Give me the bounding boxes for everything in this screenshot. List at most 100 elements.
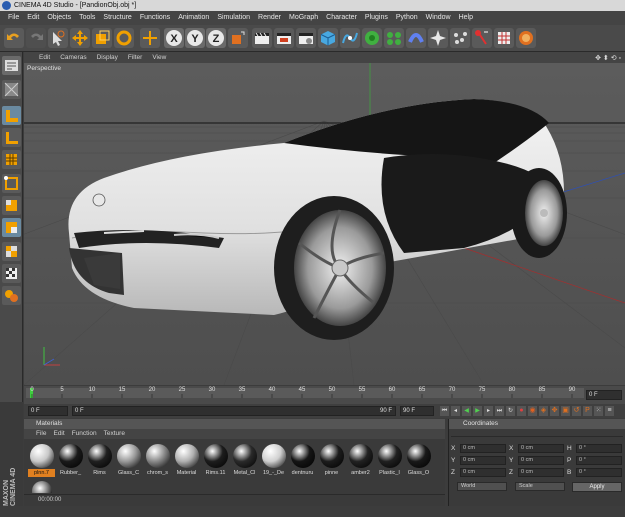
render-view-icon[interactable]: [252, 28, 272, 48]
menu-objects[interactable]: Objects: [43, 11, 75, 25]
material-swatch[interactable]: amber2: [347, 443, 374, 479]
timeline-ruler[interactable]: 051015202530354045505560657075808590 0 F: [24, 386, 625, 404]
menu-file[interactable]: File: [4, 11, 23, 25]
go-to-end-icon[interactable]: ⏭: [495, 406, 504, 416]
viewport-nav-icons[interactable]: ✥ ⬍ ⟲ ▫: [595, 54, 625, 62]
rotate-tool-icon[interactable]: [114, 28, 134, 48]
menu-simulation[interactable]: Simulation: [213, 11, 254, 25]
points-mode-icon[interactable]: [2, 174, 21, 193]
snap-icon[interactable]: [2, 286, 21, 305]
make-editable-icon[interactable]: [2, 56, 21, 75]
scale-y-field[interactable]: 0 cm: [518, 456, 564, 465]
object-mode-icon[interactable]: [2, 106, 21, 125]
add-transform-icon[interactable]: [140, 28, 160, 48]
menu-python[interactable]: Python: [392, 11, 422, 25]
x-axis-lock-icon[interactable]: X: [164, 28, 184, 48]
material-swatch[interactable]: chrom_s: [144, 443, 171, 479]
position-y-field[interactable]: 0 cm: [460, 456, 506, 465]
menu-character[interactable]: Character: [322, 11, 361, 25]
axis-mode-icon[interactable]: [2, 242, 21, 261]
viewport-menu-display[interactable]: Display: [92, 54, 123, 61]
workplane-icon[interactable]: [2, 150, 21, 169]
spline-pen-icon[interactable]: [340, 28, 360, 48]
menu-functions[interactable]: Functions: [136, 11, 174, 25]
material-swatch[interactable]: Material: [173, 443, 200, 479]
material-swatch[interactable]: Rims.11: [202, 443, 229, 479]
parameter-key-icon[interactable]: P: [583, 406, 592, 416]
loop-icon[interactable]: ↻: [506, 406, 515, 416]
z-axis-lock-icon[interactable]: Z: [206, 28, 226, 48]
material-swatch[interactable]: Metal_Cl: [231, 443, 258, 479]
play-backwards-icon[interactable]: ◀: [462, 406, 471, 416]
viewport-menu-edit[interactable]: Edit: [34, 54, 55, 61]
material-swatch[interactable]: dentnuru: [289, 443, 316, 479]
viewport-menu-view[interactable]: View: [147, 54, 171, 61]
render-picture-viewer-icon[interactable]: [274, 28, 294, 48]
menu-mograph[interactable]: MoGraph: [285, 11, 322, 25]
coordinate-system-icon[interactable]: [228, 28, 248, 48]
menu-render[interactable]: Render: [254, 11, 285, 25]
materials-menu-file[interactable]: File: [36, 429, 53, 439]
material-swatch[interactable]: plnn.7: [28, 443, 55, 479]
menu-help[interactable]: Help: [455, 11, 477, 25]
material-swatch[interactable]: Glass_C: [115, 443, 142, 479]
model-mode-icon[interactable]: [2, 80, 21, 99]
python-icon[interactable]: [516, 28, 536, 48]
autokey-icon[interactable]: ◉: [528, 406, 537, 416]
position-key-icon[interactable]: ✥: [550, 406, 559, 416]
perspective-viewport[interactable]: Perspective: [24, 63, 625, 385]
nurbs-icon[interactable]: [362, 28, 382, 48]
rotation-key-icon[interactable]: ↺: [572, 406, 581, 416]
viewport-menu-filter[interactable]: Filter: [123, 54, 147, 61]
go-to-start-icon[interactable]: ⏮: [440, 406, 449, 416]
viewport-menu-cameras[interactable]: Cameras: [55, 54, 91, 61]
menu-animation[interactable]: Animation: [174, 11, 213, 25]
next-key-icon[interactable]: ▸: [484, 406, 493, 416]
scene-icon[interactable]: [494, 28, 514, 48]
environment-icon[interactable]: [428, 28, 448, 48]
materials-menu-texture[interactable]: Texture: [104, 429, 132, 439]
timeline-menu-icon[interactable]: ≡: [605, 406, 614, 416]
apply-button[interactable]: Apply: [572, 482, 622, 492]
light-icon[interactable]: [472, 28, 492, 48]
size-mode-select[interactable]: Scale: [515, 482, 565, 491]
array-icon[interactable]: [384, 28, 404, 48]
point-level-icon[interactable]: ⁙: [594, 406, 603, 416]
end-frame-field[interactable]: 90 F: [400, 406, 434, 416]
keyframe-selection-icon[interactable]: ◈: [539, 406, 548, 416]
materials-menu-function[interactable]: Function: [72, 429, 104, 439]
material-swatch[interactable]: pinne: [318, 443, 345, 479]
rotation-h-field[interactable]: 0 °: [576, 444, 622, 453]
position-x-field[interactable]: 0 cm: [460, 444, 506, 453]
menu-tools[interactable]: Tools: [75, 11, 99, 25]
timeline-end-field[interactable]: 0 F: [586, 390, 622, 400]
live-selection-icon[interactable]: [48, 28, 68, 48]
scale-tool-icon[interactable]: [92, 28, 112, 48]
menu-edit[interactable]: Edit: [23, 11, 43, 25]
play-forwards-icon[interactable]: ▶: [473, 406, 482, 416]
record-icon[interactable]: ●: [517, 406, 526, 416]
tweak-mode-icon[interactable]: [2, 264, 21, 283]
rotation-b-field[interactable]: 0 °: [576, 468, 622, 477]
menu-structure[interactable]: Structure: [99, 11, 135, 25]
deformer-icon[interactable]: [406, 28, 426, 48]
undo-icon[interactable]: [4, 28, 24, 48]
render-settings-icon[interactable]: [296, 28, 316, 48]
previous-key-icon[interactable]: ◂: [451, 406, 460, 416]
redo-icon[interactable]: [26, 28, 46, 48]
camera-icon[interactable]: [450, 28, 470, 48]
texture-mode-icon[interactable]: [2, 128, 21, 147]
current-frame-field[interactable]: 0 F: [28, 406, 68, 416]
rotation-p-field[interactable]: 0 °: [576, 456, 622, 465]
y-axis-lock-icon[interactable]: Y: [185, 28, 205, 48]
material-swatch[interactable]: Rubber_: [57, 443, 84, 479]
material-swatch[interactable]: Plastic_I: [376, 443, 403, 479]
material-swatch[interactable]: 19_-_De: [260, 443, 287, 479]
polygons-mode-icon[interactable]: [2, 218, 21, 237]
materials-menu-edit[interactable]: Edit: [53, 429, 71, 439]
scale-x-field[interactable]: 0 cm: [518, 444, 564, 453]
menu-window[interactable]: Window: [422, 11, 455, 25]
menu-plugins[interactable]: Plugins: [361, 11, 392, 25]
move-tool-icon[interactable]: [70, 28, 90, 48]
frame-range-slider[interactable]: 0 F 90 F: [72, 406, 396, 416]
